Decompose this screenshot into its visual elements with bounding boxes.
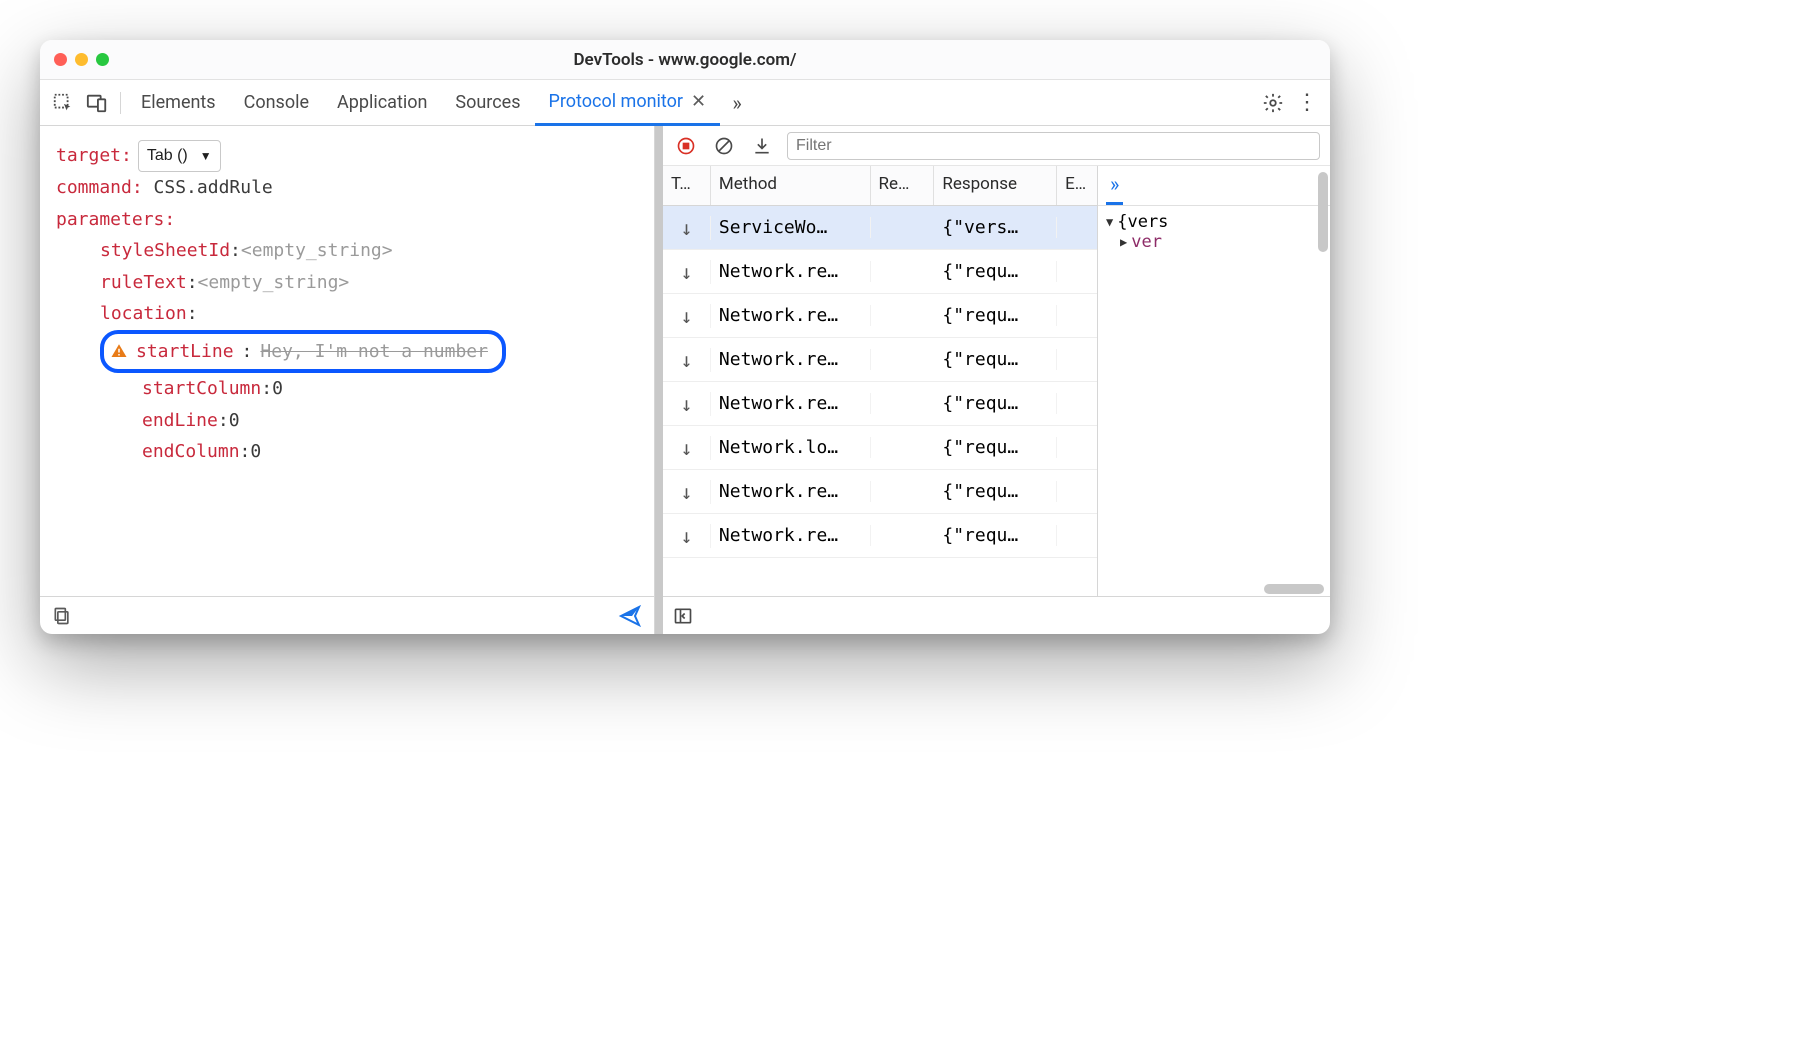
- window-title: DevTools - www.google.com/: [40, 50, 1330, 70]
- th-method[interactable]: Method: [711, 166, 871, 205]
- arrow-down-icon: ↓: [671, 304, 702, 328]
- table-row[interactable]: ↓ Network.re… {"requ…: [663, 294, 1097, 338]
- filter-input[interactable]: [787, 132, 1320, 160]
- close-window-button[interactable]: [54, 53, 67, 66]
- vertical-splitter[interactable]: [655, 126, 663, 634]
- more-tabs-icon[interactable]: »: [720, 86, 754, 120]
- tab-console[interactable]: Console: [230, 80, 323, 126]
- table-body: ↓ ServiceWo… {"vers… ↓ Network.re… {"req…: [663, 206, 1097, 558]
- close-tab-icon[interactable]: ✕: [691, 91, 706, 112]
- table-row[interactable]: ↓ Network.re… {"requ…: [663, 338, 1097, 382]
- tree-root[interactable]: ▼ {vers: [1106, 212, 1322, 232]
- minimize-window-button[interactable]: [75, 53, 88, 66]
- table-row[interactable]: ↓ Network.lo… {"requ…: [663, 426, 1097, 470]
- more-sidebar-tabs-icon[interactable]: »: [1106, 166, 1123, 205]
- editor-footer: [40, 596, 654, 634]
- table-row[interactable]: ↓ Network.re… {"requ…: [663, 514, 1097, 558]
- command-key: command:: [56, 172, 143, 204]
- arrow-down-icon: ↓: [671, 216, 702, 240]
- devtools-window: DevTools - www.google.com/ Elements Cons…: [40, 40, 1330, 634]
- parameters-row: parameters:: [56, 204, 638, 236]
- log-toolbar: [663, 126, 1330, 166]
- th-elapsed[interactable]: E…: [1057, 166, 1097, 205]
- parameters-key: parameters:: [56, 204, 175, 236]
- expand-triangle-icon: ▼: [1106, 215, 1113, 229]
- arrow-down-icon: ↓: [671, 436, 702, 460]
- content-area: target: Tab () ▼ command: CSS.addRule pa…: [40, 126, 1330, 634]
- arrow-down-icon: ↓: [671, 480, 702, 504]
- tab-elements[interactable]: Elements: [127, 80, 230, 126]
- clear-button[interactable]: [711, 133, 737, 159]
- details-sidebar: » ▼ {vers ▶ ver: [1098, 166, 1330, 596]
- device-toolbar-icon[interactable]: [80, 86, 114, 120]
- tab-protocol-monitor[interactable]: Protocol monitor ✕: [535, 80, 721, 126]
- command-row: command: CSS.addRule: [56, 172, 638, 204]
- download-button[interactable]: [749, 133, 775, 159]
- vertical-scrollbar-thumb[interactable]: [1318, 172, 1328, 252]
- table-row[interactable]: ↓ Network.re… {"requ…: [663, 470, 1097, 514]
- traffic-lights: [54, 53, 109, 66]
- target-select[interactable]: Tab () ▼: [138, 140, 221, 172]
- response-tree: ▼ {vers ▶ ver: [1098, 206, 1330, 596]
- log-content: T… Method Re… Response E… ↓ ServiceWo… {…: [663, 166, 1330, 596]
- tab-application[interactable]: Application: [323, 80, 441, 126]
- param-stylesheetid[interactable]: styleSheetId : <empty_string>: [56, 235, 638, 267]
- log-table: T… Method Re… Response E… ↓ ServiceWo… {…: [663, 166, 1098, 596]
- arrow-down-icon: ↓: [671, 392, 702, 416]
- tab-protocol-label: Protocol monitor: [549, 91, 684, 112]
- command-value[interactable]: CSS.addRule: [154, 172, 273, 204]
- arrow-down-icon: ↓: [671, 524, 702, 548]
- select-caret-icon: ▼: [200, 146, 212, 167]
- expand-triangle-icon: ▶: [1120, 235, 1127, 249]
- inspect-element-icon[interactable]: [46, 86, 80, 120]
- send-command-button[interactable]: [618, 604, 642, 628]
- startline-key: startLine: [136, 336, 234, 368]
- main-tabbar: Elements Console Application Sources Pro…: [40, 80, 1330, 126]
- table-header: T… Method Re… Response E…: [663, 166, 1097, 206]
- horizontal-scrollbar-thumb[interactable]: [1264, 584, 1324, 594]
- toggle-drawer-icon[interactable]: [673, 606, 693, 626]
- log-footer: [663, 596, 1330, 634]
- tab-sources[interactable]: Sources: [441, 80, 534, 126]
- param-startcolumn[interactable]: startColumn : 0: [56, 373, 638, 405]
- arrow-down-icon: ↓: [671, 348, 702, 372]
- protocol-log-panel: T… Method Re… Response E… ↓ ServiceWo… {…: [663, 126, 1330, 634]
- command-editor: target: Tab () ▼ command: CSS.addRule pa…: [40, 126, 654, 596]
- param-location: location :: [56, 298, 638, 330]
- arrow-down-icon: ↓: [671, 260, 702, 284]
- maximize-window-button[interactable]: [96, 53, 109, 66]
- warning-icon: [110, 342, 128, 360]
- target-key: target:: [56, 140, 132, 172]
- tabbar-separator: [120, 92, 121, 114]
- param-endcolumn[interactable]: endColumn : 0: [56, 436, 638, 468]
- titlebar: DevTools - www.google.com/: [40, 40, 1330, 80]
- table-row[interactable]: ↓ Network.re… {"requ…: [663, 382, 1097, 426]
- table-row[interactable]: ↓ Network.re… {"requ…: [663, 250, 1097, 294]
- target-row: target: Tab () ▼: [56, 140, 638, 172]
- th-response[interactable]: Response: [934, 166, 1057, 205]
- target-select-value: Tab (): [147, 142, 188, 170]
- validation-highlight: startLine : Hey, I'm not a number: [100, 330, 506, 374]
- table-row[interactable]: ↓ ServiceWo… {"vers…: [663, 206, 1097, 250]
- sidebar-tabs: »: [1098, 166, 1330, 206]
- startline-value[interactable]: Hey, I'm not a number: [260, 336, 488, 368]
- settings-gear-icon[interactable]: [1256, 86, 1290, 120]
- param-ruletext[interactable]: ruleText : <empty_string>: [56, 267, 638, 299]
- tree-child[interactable]: ▶ ver: [1106, 232, 1322, 252]
- kebab-menu-icon[interactable]: ⋮: [1290, 86, 1324, 120]
- command-editor-panel: target: Tab () ▼ command: CSS.addRule pa…: [40, 126, 655, 634]
- param-startline-row: startLine : Hey, I'm not a number: [56, 330, 638, 374]
- th-request[interactable]: Re…: [871, 166, 935, 205]
- copy-icon[interactable]: [52, 606, 72, 626]
- th-type[interactable]: T…: [663, 166, 711, 205]
- record-button[interactable]: [673, 133, 699, 159]
- param-endline[interactable]: endLine : 0: [56, 405, 638, 437]
